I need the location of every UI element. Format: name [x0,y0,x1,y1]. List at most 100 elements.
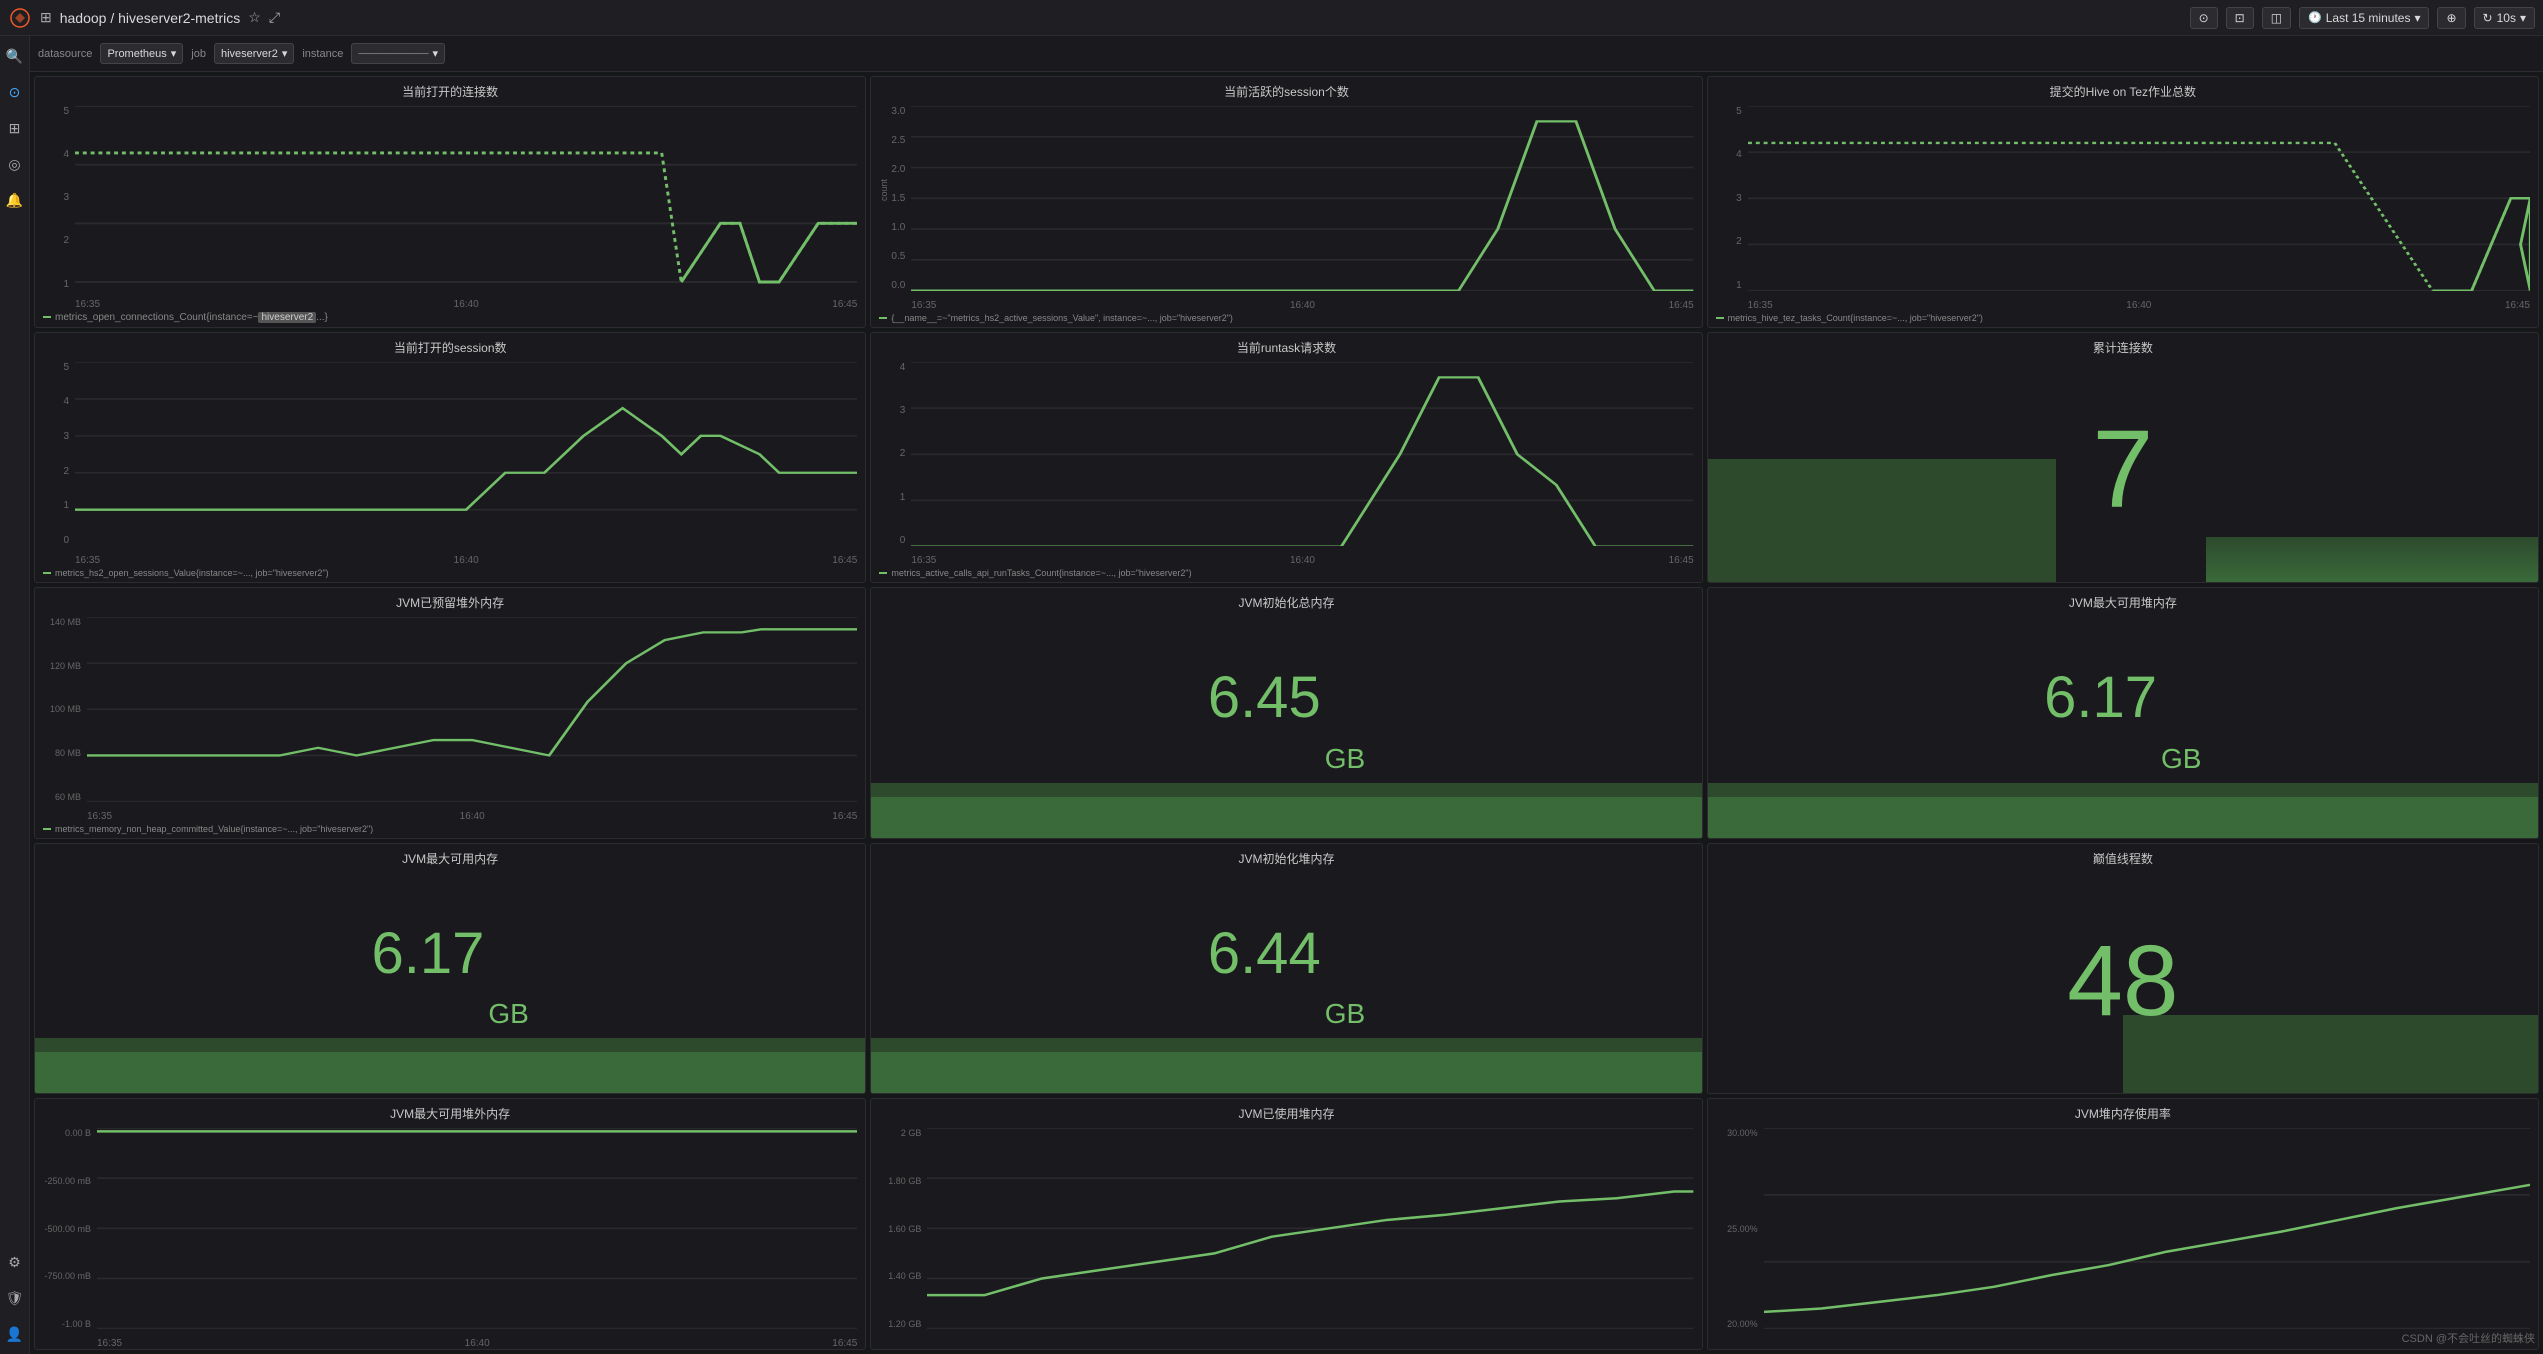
panel-title-jvm-init-heap: JVM初始化堆内存 [871,844,1701,869]
chart-svg-5 [911,362,1693,547]
panel-jvm-non-heap-committed: JVM已预留堆外内存 140 MB 120 MB 100 MB 80 MB 60… [34,587,866,839]
y-axis-8: 2 GB 1.80 GB 1.60 GB 1.40 GB 1.20 GB [871,1124,923,1329]
legend-dot-6 [43,828,51,830]
panel-open-sessions: 当前打开的session数 5 4 3 2 1 0 [34,332,866,584]
zoom-out-btn[interactable]: ⊕ [2437,7,2465,29]
datasource-label: datasource [38,48,92,60]
refresh-interval: 10s [2497,11,2516,25]
dashboard-settings-btn[interactable]: ⊙ [2190,7,2218,29]
sidebar-icon-dashboards[interactable]: ⊞ [3,116,27,140]
refresh-btn[interactable]: ↻ 10s ▾ [2474,7,2535,29]
chart-svg-3 [1748,106,2530,291]
time-range-btn[interactable]: 🕐 Last 15 minutes ▾ [2299,7,2429,29]
y-axis-1: 5 4 3 2 1 [35,102,73,290]
panel-title-jvm-max-mem: JVM最大可用内存 [35,844,865,869]
x-axis-6: 16:35 16:40 16:45 [87,811,857,822]
y-axis-5: 4 3 2 1 0 [871,358,909,547]
left-sidebar: 🔍 ⊙ ⊞ ◎ 🔔 ⚙ 🛡 👤 [0,36,30,1354]
sidebar-icon-alert[interactable]: 🔔 [3,188,27,212]
sidebar-icon-home[interactable]: ⊙ [3,80,27,104]
gb-bar-3 [35,1038,865,1093]
panel-content-8: 2 GB 1.80 GB 1.60 GB 1.40 GB 1.20 GB [871,1124,1701,1349]
instance-label: instance [302,48,343,60]
share-btn[interactable]: ◫ [2262,7,2291,29]
y-unit-label: count [879,179,889,201]
sidebar-icon-explore[interactable]: ◎ [3,152,27,176]
gb-value-area-1: 6.45 GB [871,613,1701,783]
chart-svg-4 [75,362,857,547]
y-axis-7: 0.00 B -250.00 mB -500.00 mB -750.00 mB … [35,1124,93,1329]
panel-content-5: 4 3 2 1 0 16:35 16:40 16:45 [871,358,1701,583]
panel-title-jvm-max-heap: JVM最大可用堆内存 [1708,588,2538,613]
sidebar-icon-shield[interactable]: 🛡 [3,1286,27,1310]
gb-bar-fill-1 [871,797,1701,838]
panel-runtask: 当前runtask请求数 4 3 2 1 0 [870,332,1702,584]
panel-title-open-sessions: 当前打开的session数 [35,333,865,358]
panel-title-cumulative: 累计连接数 [1708,333,2538,358]
panel-content-3: 5 4 3 2 1 16:35 [1708,102,2538,327]
panel-title-active-sessions: 当前活跃的session个数 [871,77,1701,102]
x-axis-1: 16:35 16:40 16:45 [75,299,857,310]
panel-content-1: 5 4 3 2 1 16:35 [35,102,865,327]
gb-unit-3: GB [488,998,528,1038]
panel-jvm-max-mem: JVM最大可用内存 6.17 GB [34,843,866,1095]
job-select[interactable]: hiveserver2 ▾ [214,43,294,64]
legend-6: metrics_memory_non_heap_committed_Value{… [35,822,865,838]
gb-unit-1: GB [1325,743,1365,783]
panel-active-sessions: 当前活跃的session个数 3.0 2.5 2.0 1.5 1.0 0.5 0… [870,76,1702,328]
topbar-right: ⊙ ⊡ ◫ 🕐 Last 15 minutes ▾ ⊕ ↻ 10s ▾ [2190,7,2535,29]
gb-unit-4: GB [1325,998,1365,1038]
gb-bar-fill-3 [35,1052,865,1093]
chart-area-3: 5 4 3 2 1 16:35 [1708,102,2538,311]
legend-dot-1 [43,316,51,318]
legend-dot-2 [879,317,887,319]
datasource-value: Prometheus [107,48,166,60]
legend-dot-5 [879,572,887,574]
panel-cumulative-connections: 累计连接数 7 [1707,332,2539,584]
gb-value-4: 6.44 [1208,920,1321,987]
gb-bar-1 [871,783,1701,838]
legend-5: metrics_active_calls_api_runTasks_Count{… [871,566,1701,582]
legend-3: metrics_hive_tez_tasks_Count{instance=~.… [1708,311,2538,327]
gb-bar-fill-4 [871,1052,1701,1093]
legend-4: metrics_hs2_open_sessions_Value{instance… [35,566,865,582]
share-icon[interactable]: ⤢ [269,9,280,26]
chart-svg-6 [87,617,857,802]
panel-content-7: 0.00 B -250.00 mB -500.00 mB -750.00 mB … [35,1124,865,1349]
gb-value-area-3: 6.17 GB [35,869,865,1039]
stat-value-7: 7 [2092,415,2153,525]
panel-title-jvm-nonheap: JVM已预留堆外内存 [35,588,865,613]
x-axis-4: 16:35 16:40 16:45 [75,555,857,566]
sidebar-icon-search[interactable]: 🔍 [3,44,27,68]
panel-jvm-init-heap: JVM初始化堆内存 6.44 GB [870,843,1702,1095]
chart-area-9: 30.00% 25.00% 20.00% [1708,1124,2538,1349]
stat-area-48: 48 [1708,869,2538,1094]
panel-title-open-connections: 当前打开的连接数 [35,77,865,102]
gb-bar-2 [1708,783,2538,838]
tv-mode-btn[interactable]: ⊡ [2226,7,2254,29]
gb-unit-2: GB [2161,743,2201,783]
legend-text-2: {__name__=~"metrics_hs2_active_sessions_… [891,313,1233,323]
gb-value-2: 6.17 [2044,664,2157,731]
datasource-select[interactable]: Prometheus ▾ [100,43,183,64]
chart-svg-7 [97,1128,857,1329]
panel-jvm-heap-usage: JVM堆内存使用率 30.00% 25.00% 20.00% [1707,1098,2539,1350]
watermark: CSDN @不会吐丝的蜘蛛侠 [2402,1330,2535,1346]
panel-peak-threads: 巅值线程数 48 [1707,843,2539,1095]
instance-select[interactable]: ───────── ▾ [351,43,445,64]
sidebar-icon-settings[interactable]: ⚙ [3,1250,27,1274]
chart-area-7: 0.00 B -250.00 mB -500.00 mB -750.00 mB … [35,1124,865,1349]
gb-value-1: 6.45 [1208,664,1321,731]
chart-area-8: 2 GB 1.80 GB 1.60 GB 1.40 GB 1.20 GB [871,1124,1701,1349]
panel-content-6: 140 MB 120 MB 100 MB 80 MB 60 MB 16:3 [35,613,865,838]
brand-icon: ⊞ [40,9,52,26]
gb-value-3: 6.17 [371,920,484,987]
star-icon[interactable]: ☆ [248,9,261,26]
y-axis-6: 140 MB 120 MB 100 MB 80 MB 60 MB [35,613,83,802]
panel-title-peak-threads: 巅值线程数 [1708,844,2538,869]
y-axis-3: 5 4 3 2 1 [1708,102,1746,291]
stat-area-7: 7 [1708,358,2538,583]
panel-title-jvm-max-offheap: JVM最大可用堆外内存 [35,1099,865,1124]
y-axis-4: 5 4 3 2 1 0 [35,358,73,547]
sidebar-icon-user[interactable]: 👤 [3,1322,27,1346]
